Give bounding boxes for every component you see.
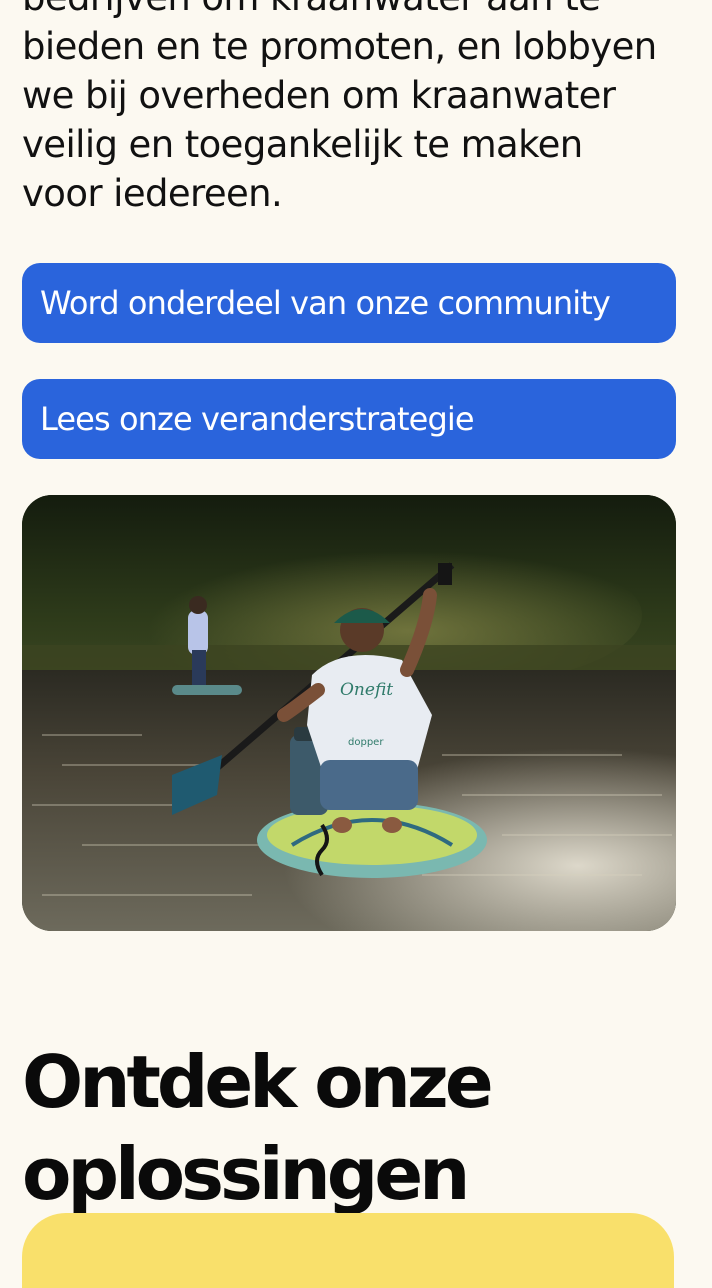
page: bedrijven om kraanwater aan te bieden en… [0,0,712,1288]
shirt-print-text: Onefit [340,680,393,700]
join-community-button[interactable]: Word onderdeel van onze community [22,263,676,343]
paddleboard-photo: Onefit dopper [22,495,676,931]
shirt-print-subtext: dopper [348,737,384,748]
paddleboard-photo-illustration: Onefit dopper [22,495,676,931]
solution-card[interactable] [22,1213,674,1288]
intro-paragraph: bedrijven om kraanwater aan te bieden en… [22,0,657,215]
read-strategy-button[interactable]: Lees onze veranderstrategie [22,379,676,459]
solutions-heading: Ontdek onze oplossingen [22,1040,494,1216]
